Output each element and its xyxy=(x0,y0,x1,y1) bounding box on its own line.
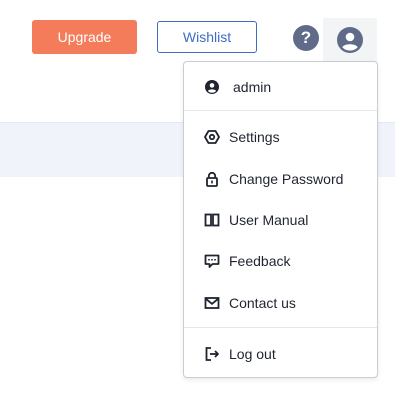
feedback-icon xyxy=(204,253,220,269)
menu-username: admin xyxy=(233,79,272,95)
account-dropdown-menu: admin Settings Change Password User Manu… xyxy=(183,61,378,378)
user-circle-icon xyxy=(204,79,220,95)
mail-icon xyxy=(204,295,220,311)
help-icon[interactable]: ? xyxy=(293,25,319,51)
menu-item-label: Feedback xyxy=(229,253,291,269)
menu-item-change-password[interactable]: Change Password xyxy=(184,160,377,198)
settings-icon xyxy=(204,129,220,145)
lock-icon xyxy=(204,171,220,187)
book-icon xyxy=(204,212,220,228)
menu-item-feedback[interactable]: Feedback xyxy=(184,242,377,280)
menu-item-label: Contact us xyxy=(229,295,296,311)
logout-icon xyxy=(204,346,220,362)
menu-item-settings[interactable]: Settings xyxy=(184,118,377,156)
upgrade-button[interactable]: Upgrade xyxy=(32,20,137,54)
account-avatar-button[interactable] xyxy=(323,18,377,62)
menu-user-row: admin xyxy=(184,68,377,106)
menu-item-log-out[interactable]: Log out xyxy=(184,335,377,373)
menu-item-label: Log out xyxy=(229,346,276,362)
wishlist-button[interactable]: Wishlist xyxy=(157,21,257,53)
menu-item-label: Change Password xyxy=(229,171,344,187)
menu-item-label: User Manual xyxy=(229,212,309,228)
menu-item-user-manual[interactable]: User Manual xyxy=(184,201,377,239)
menu-item-contact-us[interactable]: Contact us xyxy=(184,284,377,322)
user-avatar-icon xyxy=(337,27,363,53)
menu-divider-bottom xyxy=(184,327,377,328)
menu-item-label: Settings xyxy=(229,129,280,145)
menu-divider-top xyxy=(184,110,377,111)
